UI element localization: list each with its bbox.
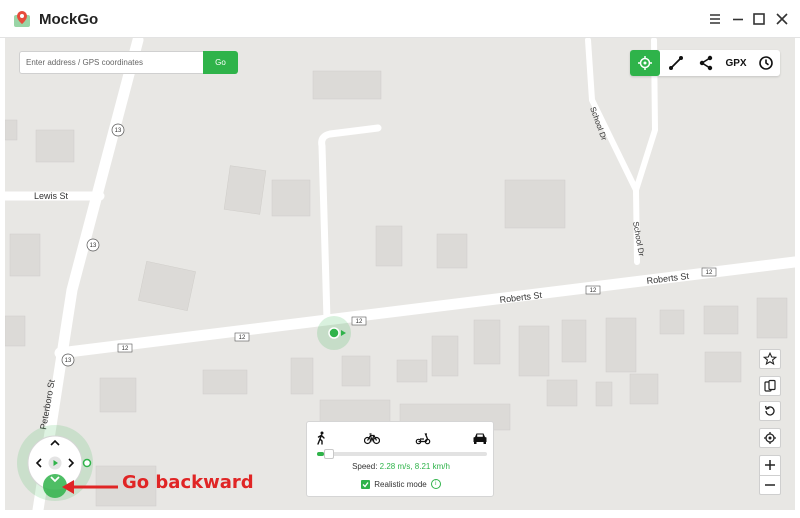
realistic-mode-checkbox[interactable] — [361, 479, 371, 489]
gpx-button[interactable]: GPX — [722, 50, 750, 76]
speed-panel: Speed: 2.28 m/s, 8.21 km/h Realistic mod… — [306, 421, 494, 497]
route-shield: 12 — [234, 332, 250, 342]
svg-text:12: 12 — [706, 270, 713, 276]
car-icon — [473, 433, 487, 444]
app-title: MockGo — [39, 11, 99, 28]
zoom-control — [759, 455, 781, 495]
move-right-icon — [68, 458, 75, 468]
move-right-button[interactable] — [64, 455, 78, 471]
zoom-in-icon — [765, 460, 775, 471]
minimize-icon[interactable] — [729, 10, 747, 28]
locate-me-button[interactable] — [759, 428, 781, 448]
street-label-lewis: Lewis St — [34, 191, 69, 201]
move-left-icon — [35, 458, 42, 468]
menu-icon[interactable] — [706, 10, 724, 28]
teleport-mode-button[interactable] — [630, 50, 660, 76]
go-button[interactable]: Go — [203, 51, 238, 74]
realistic-mode-row: Realistic mode i — [307, 479, 495, 489]
locate-me-icon — [764, 432, 776, 444]
svg-text:13: 13 — [115, 128, 122, 134]
move-down-icon — [50, 476, 60, 483]
zoom-out-icon — [765, 484, 775, 486]
car-mode-button[interactable] — [470, 430, 490, 446]
title-bar: MockGo — [0, 0, 800, 38]
heading-dot-icon — [82, 458, 92, 468]
route-shield: 13 — [86, 238, 100, 252]
search-input[interactable] — [19, 51, 203, 74]
play-button[interactable] — [47, 455, 63, 471]
svg-text:12: 12 — [356, 319, 363, 325]
svg-text:13: 13 — [65, 358, 72, 364]
route-shield: 12 — [351, 316, 367, 326]
reset-location-button[interactable] — [759, 401, 781, 421]
check-icon — [362, 481, 369, 487]
speed-readout: Speed: 2.28 m/s, 8.21 km/h — [307, 462, 495, 471]
bike-mode-button[interactable] — [362, 430, 382, 446]
street-label-school-2: School Dr — [631, 221, 646, 257]
teleport-mode-icon — [638, 56, 652, 70]
move-left-button[interactable] — [32, 455, 46, 471]
two-spot-route-button[interactable] — [662, 50, 690, 76]
mode-toolbar: GPX — [630, 50, 780, 76]
svg-text:12: 12 — [122, 346, 129, 352]
bike-icon — [364, 433, 380, 445]
speed-slider-thumb[interactable] — [323, 449, 334, 459]
scooter-icon — [415, 433, 431, 445]
device-switch-button[interactable] — [759, 376, 781, 396]
reset-location-icon — [764, 405, 775, 416]
move-up-icon — [50, 439, 60, 446]
close-icon[interactable] — [773, 10, 791, 28]
zoom-in-button[interactable] — [760, 456, 780, 476]
zoom-out-button[interactable] — [760, 476, 780, 495]
walk-mode-button[interactable] — [311, 430, 331, 446]
map-pin-logo-icon — [14, 11, 30, 27]
route-shield: 12 — [117, 343, 133, 353]
route-shield: 12 — [701, 267, 717, 277]
favorites-button[interactable] — [759, 349, 781, 369]
speed-slider-fill — [317, 452, 324, 456]
gpx-label: GPX — [725, 57, 747, 69]
heading-dot — [80, 456, 94, 470]
svg-text:12: 12 — [590, 288, 597, 294]
multi-spot-route-icon — [699, 55, 713, 71]
history-icon — [759, 56, 773, 70]
device-switch-icon — [764, 379, 776, 392]
street-label-roberts-1: Roberts St — [499, 290, 543, 305]
info-icon[interactable]: i — [430, 479, 441, 489]
svg-text:12: 12 — [239, 335, 246, 341]
two-spot-route-icon — [669, 56, 683, 70]
history-button[interactable] — [752, 50, 780, 76]
play-icon — [48, 456, 62, 470]
speed-slider-track[interactable] — [317, 452, 487, 456]
svg-text:13: 13 — [90, 243, 97, 249]
route-shield: 13 — [61, 353, 75, 367]
annotation-arrow-icon — [62, 480, 118, 494]
route-shield: 13 — [111, 123, 125, 137]
route-shield: 12 — [585, 285, 601, 295]
realistic-mode-label: Realistic mode — [374, 479, 427, 489]
multi-spot-route-button[interactable] — [692, 50, 720, 76]
maximize-icon[interactable] — [750, 10, 768, 28]
annotation-text: Go backward — [122, 472, 254, 493]
speed-value: 2.28 m/s, 8.21 km/h — [379, 462, 450, 471]
speed-label: Speed: — [352, 462, 378, 471]
location-marker[interactable] — [317, 316, 351, 350]
move-up-button[interactable] — [47, 436, 63, 450]
street-label-roberts-2: Roberts St — [646, 271, 690, 286]
walk-icon — [317, 431, 325, 445]
favorites-star-icon — [763, 352, 777, 366]
scooter-mode-button[interactable] — [413, 430, 433, 446]
